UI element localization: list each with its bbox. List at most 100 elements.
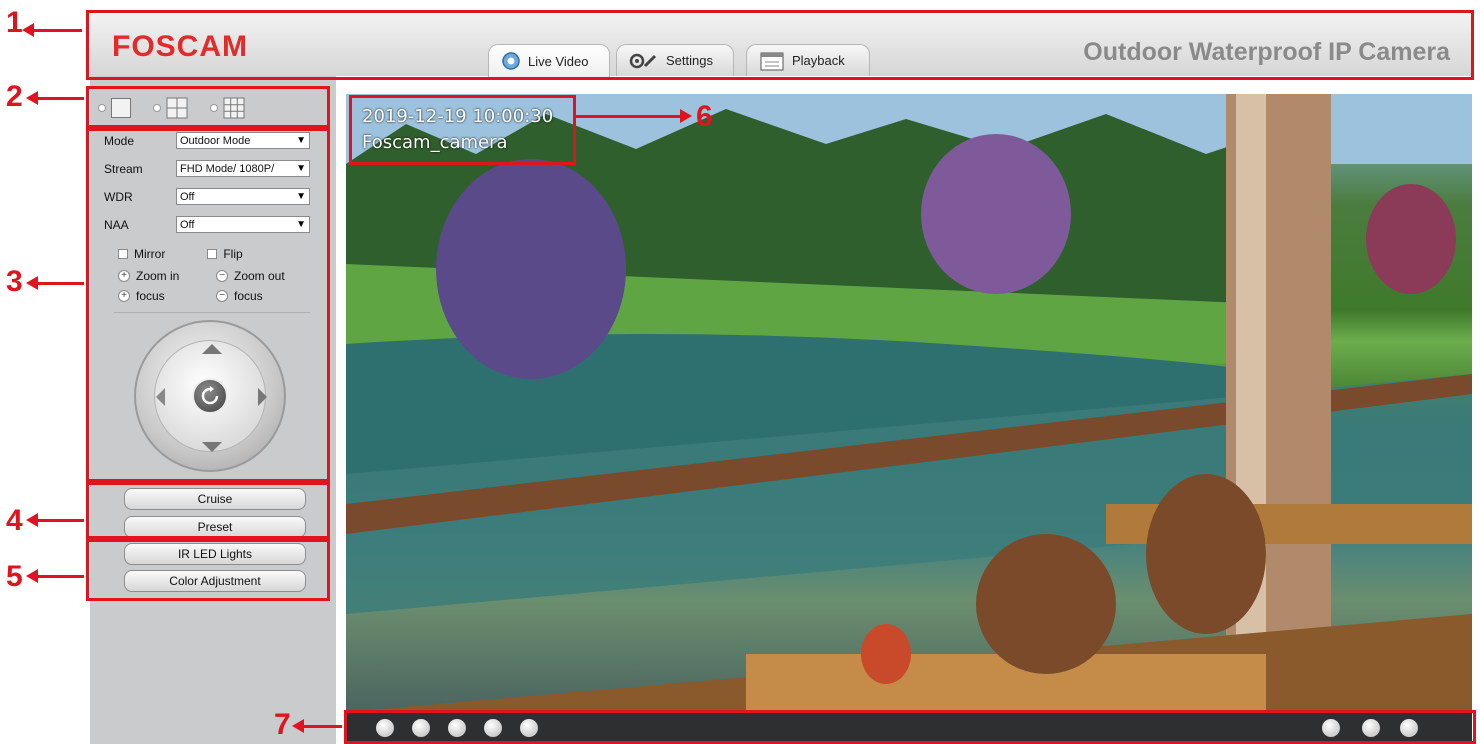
view-mode-row [90, 90, 320, 126]
annotation-arrow-6 [576, 115, 682, 118]
view-4-screen[interactable] [153, 97, 188, 119]
zoom-out-button[interactable]: − Zoom out [216, 269, 314, 283]
naa-select[interactable]: Off ▼ [176, 216, 310, 233]
ptz-center-reset-button[interactable] [192, 378, 228, 414]
annotation-arrow-3 [34, 282, 84, 285]
preset-button[interactable]: Preset [124, 516, 306, 538]
mirror-flip-row: Mirror Flip [118, 247, 285, 261]
wdr-row: WDR Off ▼ [104, 188, 310, 205]
pan-up-icon[interactable] [202, 344, 222, 354]
arrow-head-icon [22, 23, 34, 37]
arrow-head-icon [26, 513, 38, 527]
refresh-icon [201, 386, 219, 405]
minus-icon: − [216, 290, 228, 302]
focus-in-button[interactable]: + focus [118, 289, 216, 303]
plus-icon: + [118, 290, 130, 302]
stream-value: FHD Mode/ 1080P/ [180, 162, 275, 175]
checkbox-icon [118, 249, 128, 259]
page: FOSCAM Live Video Settings Playback Outd… [0, 0, 1480, 744]
pan-down-icon[interactable] [202, 442, 222, 452]
talk-icon[interactable] [448, 719, 466, 737]
naa-value: Off [180, 218, 195, 231]
stream-label: Stream [104, 161, 143, 176]
cruise-button[interactable]: Cruise [124, 488, 306, 510]
wdr-select[interactable]: Off ▼ [176, 188, 310, 205]
mirror-checkbox[interactable]: Mirror [118, 247, 165, 261]
focus-out-label: focus [234, 289, 263, 303]
record-icon[interactable] [1362, 719, 1380, 737]
mirror-label: Mirror [134, 247, 166, 261]
annotation-label-2: 2 [6, 80, 23, 113]
tab-playback[interactable]: Playback [746, 44, 870, 76]
annotation-label-5: 5 [6, 560, 23, 593]
manual-record-icon[interactable] [1400, 719, 1418, 737]
play-icon[interactable] [376, 719, 394, 737]
live-video-icon [501, 51, 521, 71]
focus-out-button[interactable]: − focus [216, 289, 314, 303]
tab-live-video-label: Live Video [528, 53, 589, 69]
pan-left-icon[interactable] [156, 388, 165, 406]
foscam-logo: FOSCAM [112, 30, 248, 63]
single-screen-icon [111, 98, 131, 118]
stop-icon[interactable] [412, 719, 430, 737]
mode-label: Mode [104, 133, 135, 148]
minus-icon: − [216, 270, 228, 282]
calendar-icon [759, 50, 785, 72]
annotation-arrow-1 [30, 29, 82, 32]
mode-select[interactable]: Outdoor Mode ▼ [176, 132, 310, 149]
radio-dot-icon [153, 104, 161, 112]
camera-scene-image [346, 94, 1472, 712]
naa-row: NAA Off ▼ [104, 216, 310, 233]
snapshot-icon[interactable] [520, 719, 538, 737]
fullscreen-icon[interactable] [1322, 719, 1340, 737]
annotation-arrow-5 [34, 575, 84, 578]
annotation-label-1: 1 [6, 6, 23, 39]
osd-timestamp: 2019-12-19 10:00:30 [362, 106, 554, 127]
arrow-head-icon [26, 91, 38, 105]
pan-right-icon[interactable] [258, 388, 267, 406]
chevron-down-icon: ▼ [296, 191, 306, 202]
tab-settings-label: Settings [666, 53, 713, 68]
chevron-down-icon: ▼ [296, 135, 306, 146]
flip-label: Flip [223, 247, 243, 261]
annotation-arrow-2 [34, 97, 84, 100]
tab-settings[interactable]: Settings [616, 44, 734, 76]
arrow-head-icon [26, 569, 38, 583]
view-9-screen[interactable] [210, 97, 245, 119]
annotation-label-7: 7 [274, 708, 291, 741]
divider [114, 312, 310, 313]
audio-icon[interactable] [484, 719, 502, 737]
annotation-arrow-7 [300, 725, 342, 728]
annotation-arrow-4 [34, 519, 84, 522]
zoom-in-label: Zoom in [136, 269, 180, 283]
tab-live-video[interactable]: Live Video [488, 44, 610, 77]
focus-in-label: focus [136, 289, 165, 303]
zoom-in-button[interactable]: + Zoom in [118, 269, 216, 283]
settings-icon [629, 52, 659, 70]
nine-screen-icon [223, 97, 245, 119]
annotation-label-3: 3 [6, 265, 23, 298]
checkbox-icon [207, 249, 218, 259]
radio-dot-icon [210, 104, 218, 112]
video-toolbar [346, 712, 1472, 744]
ir-led-lights-button[interactable]: IR LED Lights [124, 543, 306, 565]
arrow-head-icon [26, 276, 38, 290]
radio-dot-icon [98, 104, 106, 112]
mode-value: Outdoor Mode [180, 134, 251, 147]
stream-row: Stream FHD Mode/ 1080P/ ▼ [104, 160, 310, 177]
product-name: Outdoor Waterproof IP Camera [1083, 38, 1450, 66]
top-bar: FOSCAM Live Video Settings Playback Outd… [90, 14, 1472, 77]
wdr-label: WDR [104, 189, 133, 204]
naa-label: NAA [104, 217, 129, 232]
live-video-view[interactable]: 2019-12-19 10:00:30 Foscam_camera [346, 94, 1472, 712]
focus-row: + focus − focus [118, 289, 314, 303]
view-1-screen[interactable] [98, 98, 131, 118]
ptz-control [134, 320, 286, 472]
arrow-head-icon [680, 109, 692, 123]
flip-checkbox[interactable]: Flip [207, 247, 243, 261]
color-adjustment-button[interactable]: Color Adjustment [124, 570, 306, 592]
annotation-label-6: 6 [696, 100, 713, 133]
osd-camera-name: Foscam_camera [362, 132, 508, 153]
stream-select[interactable]: FHD Mode/ 1080P/ ▼ [176, 160, 310, 177]
annotation-label-4: 4 [6, 504, 23, 537]
